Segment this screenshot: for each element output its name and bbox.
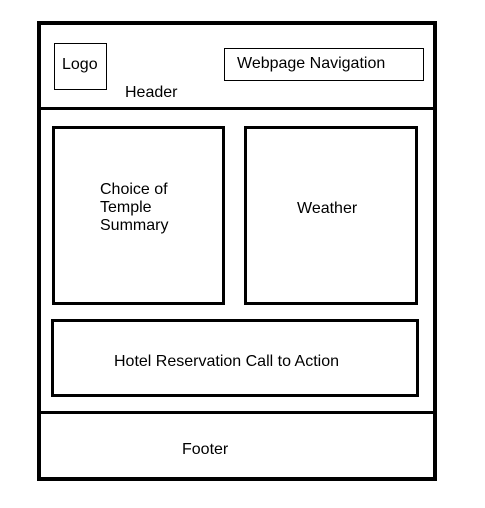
temple-summary-line: Choice of	[100, 181, 168, 198]
temple-summary-line: Temple	[100, 199, 152, 216]
header-divider	[37, 107, 437, 110]
temple-summary-line: Summary	[100, 217, 169, 234]
temple-summary-label: Choice of Temple Summary	[100, 181, 210, 235]
logo-label: Logo	[62, 56, 98, 73]
footer-label: Footer	[182, 441, 229, 458]
weather-label: Weather	[297, 200, 358, 217]
navigation-label: Webpage Navigation	[237, 55, 386, 72]
hotel-reservation-label: Hotel Reservation Call to Action	[114, 353, 339, 370]
header-label: Header	[125, 84, 178, 101]
footer-divider	[37, 411, 437, 414]
